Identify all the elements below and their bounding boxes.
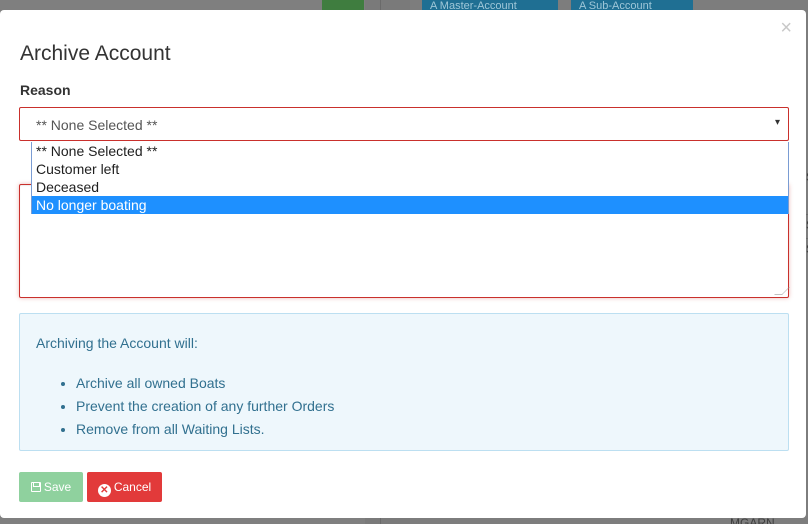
archive-account-modal: × Archive Account Reason ** None Selecte… [0,10,806,518]
reason-select[interactable]: ** None Selected ** ▾ [19,107,789,141]
dropdown-option-customer-left[interactable]: Customer left [32,160,788,178]
reason-dropdown-list: ** None Selected ** Customer left Deceas… [31,142,789,214]
reason-label: Reason [20,82,71,98]
archive-info-alert: Archiving the Account will: Archive all … [19,313,789,451]
info-list-item: Prevent the creation of any further Orde… [76,395,334,418]
info-heading: Archiving the Account will: [36,335,198,351]
info-list: Archive all owned Boats Prevent the crea… [76,372,334,441]
cancel-circle-icon: ✕ [97,484,111,497]
reason-select-value: ** None Selected ** [36,117,158,133]
chevron-down-icon: ▾ [774,117,780,128]
info-list-item: Remove from all Waiting Lists. [76,418,334,441]
save-button[interactable]: Save [19,472,83,502]
save-button-label: Save [43,480,72,494]
dropdown-option-none[interactable]: ** None Selected ** [32,142,788,160]
info-list-item: Archive all owned Boats [76,372,334,395]
dropdown-option-no-longer-boating[interactable]: No longer boating [32,196,788,214]
modal-title: Archive Account [20,42,171,65]
save-icon [30,482,41,492]
resize-handle-icon[interactable] [774,287,790,295]
close-icon[interactable]: × [780,18,792,38]
dropdown-option-deceased[interactable]: Deceased [32,178,788,196]
cancel-button[interactable]: ✕ Cancel [87,472,162,502]
cancel-button-label: Cancel [113,480,152,494]
